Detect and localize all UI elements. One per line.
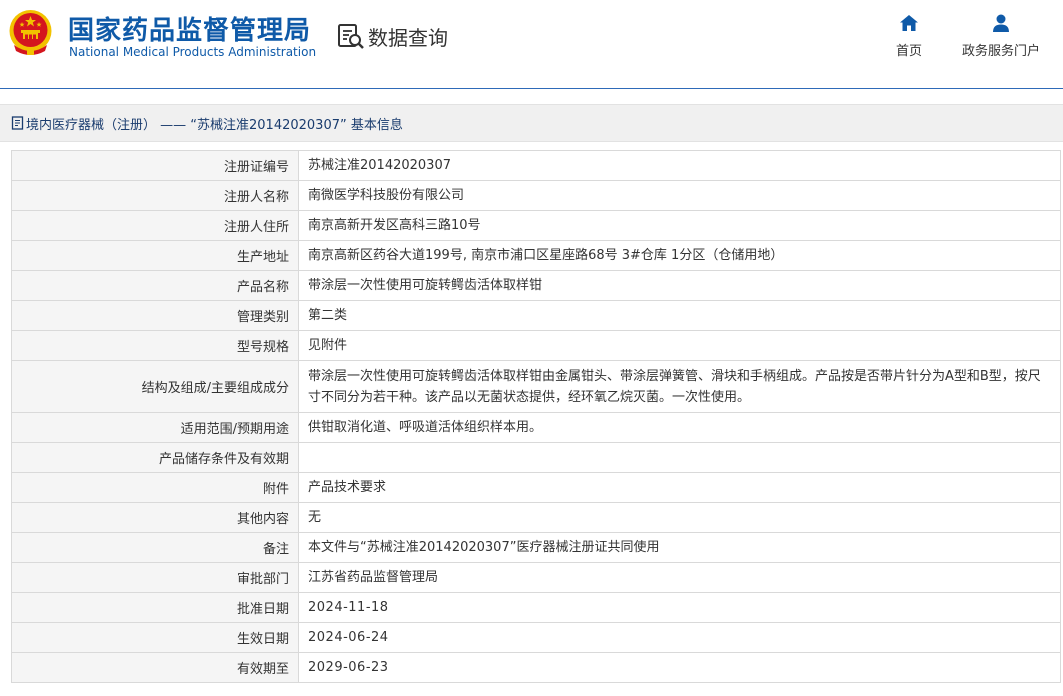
row-label-model: 型号规格 bbox=[11, 330, 299, 361]
table-row: 适用范围/预期用途 供钳取消化道、呼吸道活体组织样本用。 bbox=[11, 412, 1061, 443]
table-row: 批准日期 2024-11-18 bbox=[11, 592, 1061, 623]
row-value-approval-date: 2024-11-18 bbox=[298, 592, 1061, 623]
row-label-other: 其他内容 bbox=[11, 502, 299, 533]
search-document-icon bbox=[338, 24, 364, 49]
detail-table: 注册证编号 苏械注准20142020307 注册人名称 南微医学科技股份有限公司… bbox=[11, 150, 1061, 683]
breadcrumb: 境内医疗器械（注册） —— “苏械注准20142020307” 基本信息 bbox=[0, 104, 1063, 142]
table-row: 注册证编号 苏械注准20142020307 bbox=[11, 150, 1061, 181]
table-row: 附件 产品技术要求 bbox=[11, 472, 1061, 503]
row-label-remarks: 备注 bbox=[11, 532, 299, 563]
row-value-registrant-address: 南京高新开发区高科三路10号 bbox=[298, 210, 1061, 241]
table-row: 型号规格 见附件 bbox=[11, 330, 1061, 361]
row-label-valid-until: 有效期至 bbox=[11, 652, 299, 683]
row-value-other: 无 bbox=[298, 502, 1061, 533]
row-label-approval-date: 批准日期 bbox=[11, 592, 299, 623]
row-value-category: 第二类 bbox=[298, 300, 1061, 331]
breadcrumb-text: 境内医疗器械（注册） —— “苏械注准20142020307” 基本信息 bbox=[26, 117, 403, 133]
table-row: 结构及组成/主要组成成分 带涂层一次性使用可旋转鳄齿活体取样钳由金属钳头、带涂层… bbox=[11, 360, 1061, 413]
row-label-product-name: 产品名称 bbox=[11, 270, 299, 301]
row-label-storage: 产品储存条件及有效期 bbox=[11, 442, 299, 473]
table-row: 其他内容 无 bbox=[11, 502, 1061, 533]
table-row: 生效日期 2024-06-24 bbox=[11, 622, 1061, 653]
site-title[interactable]: 国家药品监督管理局 bbox=[68, 10, 311, 47]
row-label-registrant: 注册人名称 bbox=[11, 180, 299, 211]
row-label-structure: 结构及组成/主要组成成分 bbox=[11, 360, 299, 413]
row-label-approval-dept: 审批部门 bbox=[11, 562, 299, 593]
row-label-category: 管理类别 bbox=[11, 300, 299, 331]
table-row: 审批部门 江苏省药品监督管理局 bbox=[11, 562, 1061, 593]
user-icon bbox=[993, 14, 1009, 32]
nav-service-label: 政务服务门户 bbox=[961, 44, 1040, 59]
table-row: 注册人名称 南微医学科技股份有限公司 bbox=[11, 180, 1061, 211]
table-row: 生产地址 南京高新区药谷大道199号, 南京市浦口区星座路68号 3#仓库 1分… bbox=[11, 240, 1061, 271]
table-row: 备注 本文件与“苏械注准20142020307”医疗器械注册证共同使用 bbox=[11, 532, 1061, 563]
data-query-link[interactable]: 数据查询 bbox=[336, 21, 448, 51]
row-value-scope: 供钳取消化道、呼吸道活体组织样本用。 bbox=[298, 412, 1061, 443]
row-label-production-address: 生产地址 bbox=[11, 240, 299, 271]
data-query-label: 数据查询 bbox=[368, 25, 448, 50]
nav-service-portal[interactable]: 政务服务门户 bbox=[960, 14, 1042, 59]
row-value-approval-dept: 江苏省药品监督管理局 bbox=[298, 562, 1061, 593]
site-header: 国家药品监督管理局 National Medical Products Admi… bbox=[0, 0, 1063, 89]
home-icon bbox=[900, 15, 918, 31]
table-row: 产品名称 带涂层一次性使用可旋转鳄齿活体取样钳 bbox=[11, 270, 1061, 301]
table-row: 有效期至 2029-06-23 bbox=[11, 652, 1061, 683]
national-emblem-icon bbox=[9, 10, 52, 55]
row-label-effective-date: 生效日期 bbox=[11, 622, 299, 653]
row-value-effective-date: 2024-06-24 bbox=[298, 622, 1061, 653]
row-value-storage bbox=[298, 442, 1061, 473]
row-value-valid-until: 2029-06-23 bbox=[298, 652, 1061, 683]
row-value-production-address: 南京高新区药谷大道199号, 南京市浦口区星座路68号 3#仓库 1分区（仓储用… bbox=[298, 240, 1061, 271]
row-value-registrant: 南微医学科技股份有限公司 bbox=[298, 180, 1061, 211]
row-label-reg-no: 注册证编号 bbox=[11, 150, 299, 181]
row-label-attachment: 附件 bbox=[11, 472, 299, 503]
row-value-product-name: 带涂层一次性使用可旋转鳄齿活体取样钳 bbox=[298, 270, 1061, 301]
nav-home-label: 首页 bbox=[895, 44, 922, 59]
nav-home[interactable]: 首页 bbox=[888, 14, 930, 59]
row-value-model: 见附件 bbox=[298, 330, 1061, 361]
row-value-reg-no: 苏械注准20142020307 bbox=[298, 150, 1061, 181]
site-subtitle[interactable]: National Medical Products Administration bbox=[69, 45, 316, 59]
row-value-attachment: 产品技术要求 bbox=[298, 472, 1061, 503]
row-value-remarks: 本文件与“苏械注准20142020307”医疗器械注册证共同使用 bbox=[298, 532, 1061, 563]
document-icon bbox=[11, 116, 24, 130]
row-label-scope: 适用范围/预期用途 bbox=[11, 412, 299, 443]
table-row: 管理类别 第二类 bbox=[11, 300, 1061, 331]
row-value-structure: 带涂层一次性使用可旋转鳄齿活体取样钳由金属钳头、带涂层弹簧管、滑块和手柄组成。产… bbox=[298, 360, 1061, 413]
row-label-registrant-address: 注册人住所 bbox=[11, 210, 299, 241]
table-row: 注册人住所 南京高新开发区高科三路10号 bbox=[11, 210, 1061, 241]
table-row: 产品储存条件及有效期 bbox=[11, 442, 1061, 473]
